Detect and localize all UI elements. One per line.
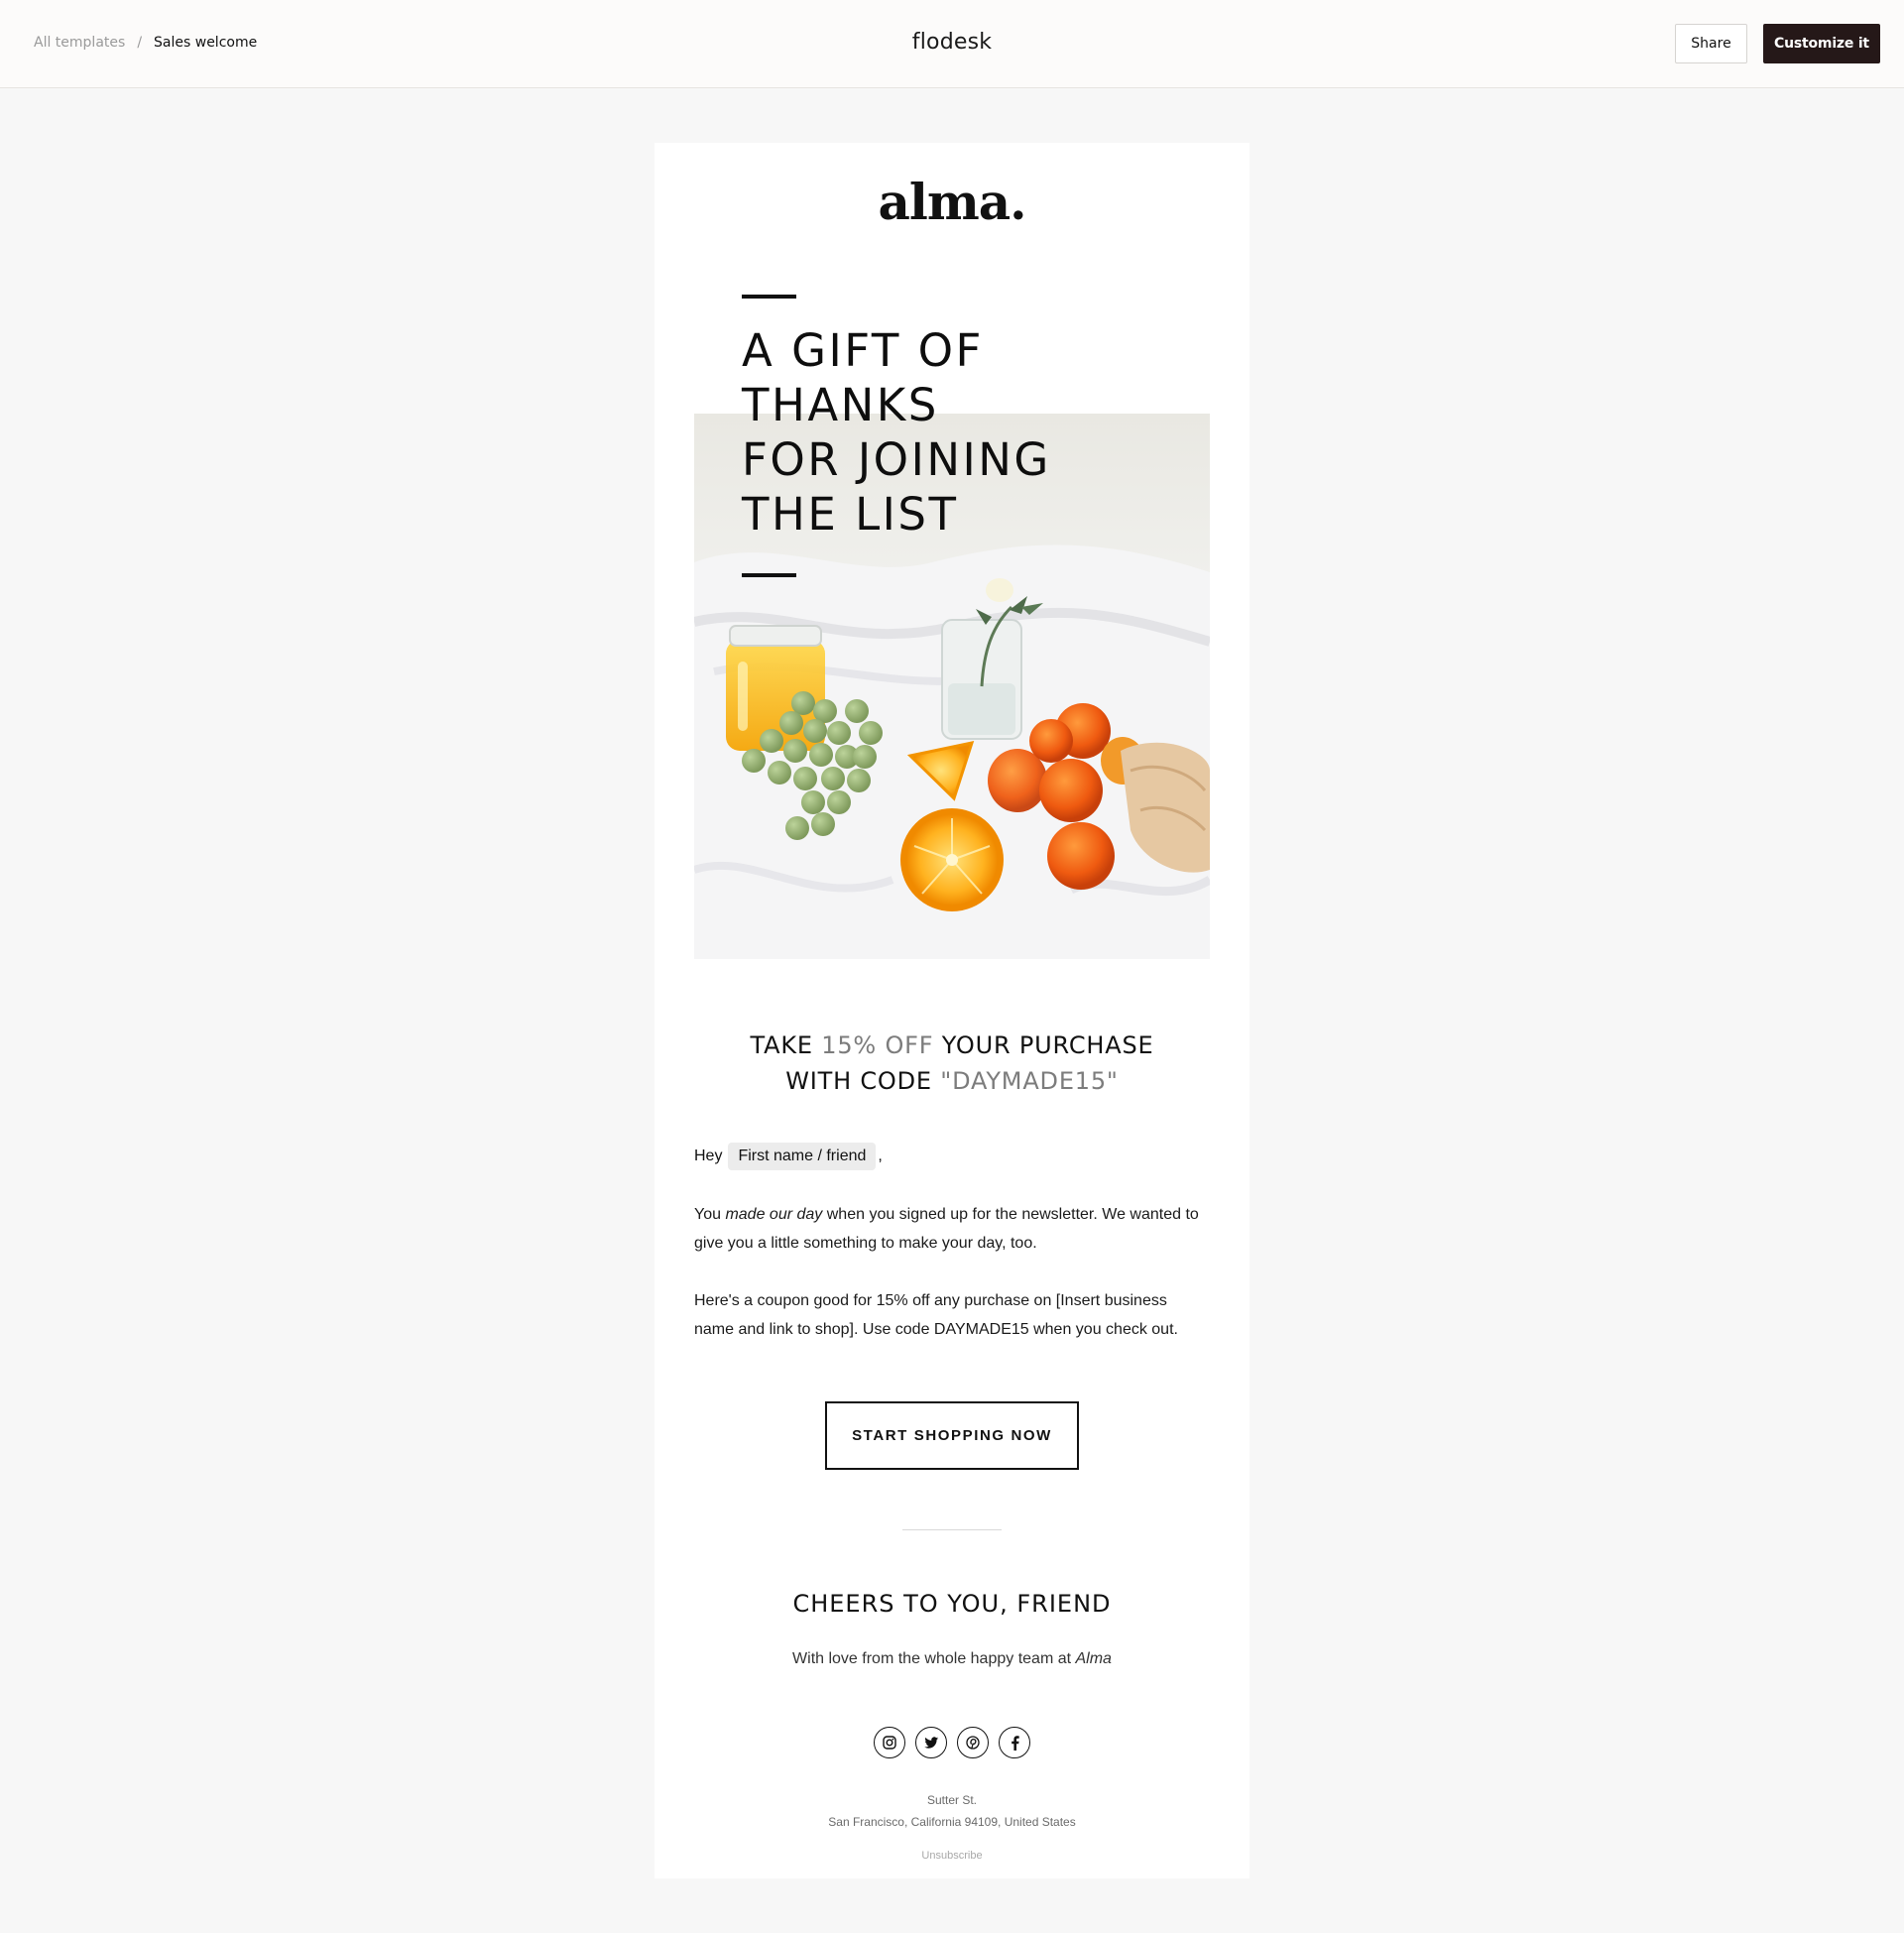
offer-code: "DAYMADE15" xyxy=(940,1067,1119,1095)
offer-text: YOUR PURCHASE xyxy=(933,1031,1154,1059)
offer-line-1: TAKE 15% OFF YOUR PURCHASE xyxy=(654,1027,1250,1063)
first-name-merge-tag[interactable]: First name / friend xyxy=(728,1143,877,1170)
greeting-hey: Hey xyxy=(694,1148,723,1164)
signoff-brand: Alma xyxy=(1075,1650,1112,1667)
offer-text: TAKE xyxy=(750,1031,822,1059)
breadcrumb-all-templates-link[interactable]: All templates xyxy=(34,35,125,51)
breadcrumb-separator: / xyxy=(137,35,143,51)
para-emphasis: made our day xyxy=(725,1206,823,1223)
offer-heading: TAKE 15% OFF YOUR PURCHASE WITH CODE "DA… xyxy=(654,1027,1250,1099)
body-paragraph-1: You made our day when you signed up for … xyxy=(694,1200,1210,1258)
breadcrumb-current-page: Sales welcome xyxy=(154,35,258,51)
brand-logo[interactable]: flodesk xyxy=(912,30,992,55)
signoff-text: With love from the whole happy team at xyxy=(792,1650,1076,1667)
headline-line: FOR JOINING xyxy=(742,433,1051,486)
headline-bottom-rule xyxy=(742,573,796,577)
unsubscribe-wrap: Unsubscribe xyxy=(654,1850,1250,1862)
signoff-message: With love from the whole happy team at A… xyxy=(654,1650,1250,1668)
breadcrumb: All templates / Sales welcome xyxy=(34,35,257,51)
body-paragraph-2: Here's a coupon good for 15% off any pur… xyxy=(694,1292,1178,1338)
social-links xyxy=(654,1727,1250,1758)
headline-line: A GIFT OF xyxy=(742,324,984,377)
address-line-2: San Francisco, California 94109, United … xyxy=(828,1815,1076,1829)
offer-text: WITH CODE xyxy=(785,1067,941,1095)
customize-button[interactable]: Customize it xyxy=(1763,24,1880,63)
pinterest-icon[interactable] xyxy=(957,1727,989,1758)
twitter-icon[interactable] xyxy=(915,1727,947,1758)
signoff-heading: CHEERS TO YOU, FRIEND xyxy=(792,1590,1112,1618)
share-button[interactable]: Share xyxy=(1675,24,1747,63)
email-logo: alma. xyxy=(878,173,1026,231)
unsubscribe-link[interactable]: Unsubscribe xyxy=(921,1850,982,1862)
top-bar: All templates / Sales welcome flodesk Sh… xyxy=(0,0,1904,88)
section-divider xyxy=(902,1529,1002,1530)
hero-headline: A GIFT OF THANKS FOR JOINING THE LIST xyxy=(742,323,1158,542)
offer-discount: 15% OFF xyxy=(821,1031,934,1059)
para-text: You xyxy=(694,1206,726,1223)
start-shopping-button[interactable]: START SHOPPING NOW xyxy=(825,1401,1079,1470)
headline-line: THANKS xyxy=(742,379,939,431)
footer-address: Sutter St. San Francisco, California 941… xyxy=(654,1789,1250,1833)
brand-logo-wrap: flodesk xyxy=(0,30,1904,55)
headline-line: THE LIST xyxy=(742,488,959,541)
email-preview: alma. A GIFT OF THANKS FOR JOINING THE L… xyxy=(654,143,1250,1878)
greeting-comma: , xyxy=(878,1148,883,1164)
greeting-line: Hey First name / friend , xyxy=(694,1143,883,1170)
facebook-icon[interactable] xyxy=(999,1727,1030,1758)
address-line-1: Sutter St. xyxy=(926,1793,978,1807)
offer-line-2: WITH CODE "DAYMADE15" xyxy=(654,1063,1250,1099)
headline-top-rule xyxy=(742,295,796,299)
instagram-icon[interactable] xyxy=(874,1727,905,1758)
